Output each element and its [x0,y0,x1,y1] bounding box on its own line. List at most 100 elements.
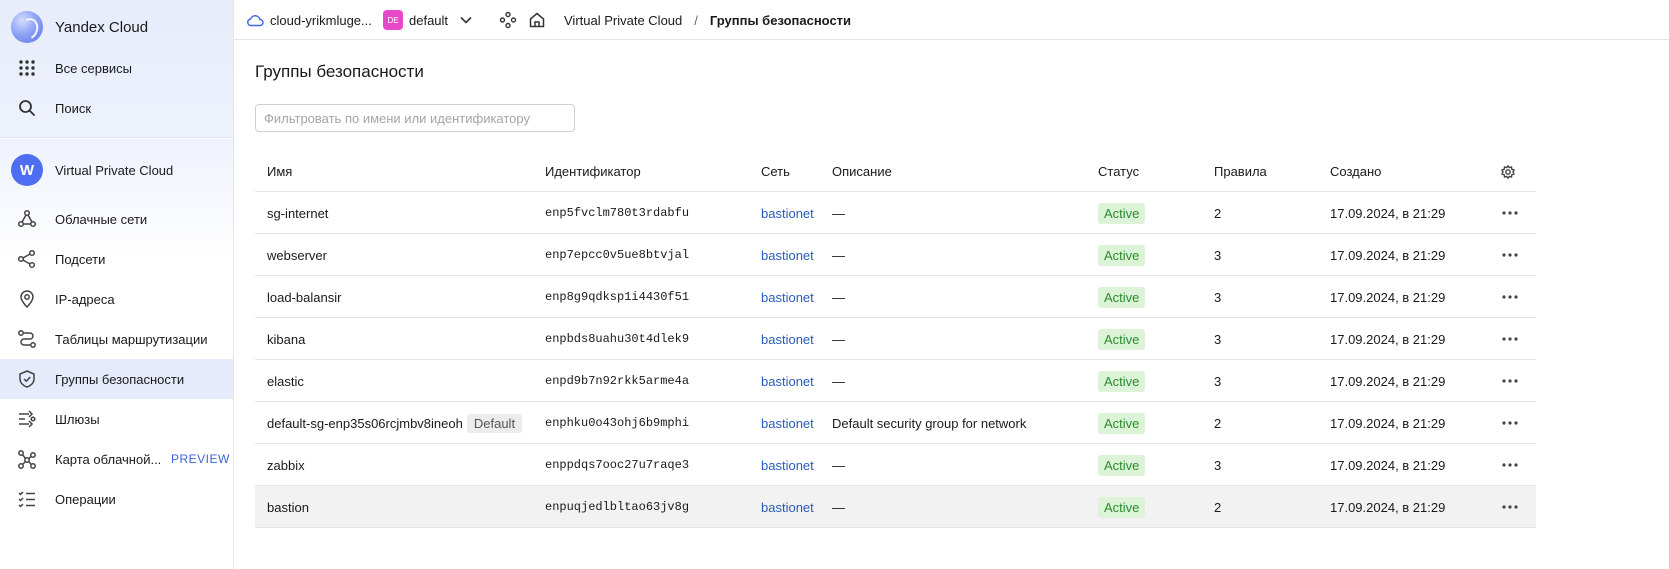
sidebar-item-ip-addresses[interactable]: IP-адреса [0,279,233,319]
row-network-link[interactable]: bastionet [761,276,814,318]
cloud-networks-icon [16,209,38,229]
row-actions-icon[interactable] [1498,192,1522,234]
row-network-link[interactable]: bastionet [761,444,814,486]
service-name: Virtual Private Cloud [55,162,174,178]
sidebar-item-label: IP-адреса [55,291,115,307]
row-rules-count: 3 [1214,457,1222,473]
column-header-description[interactable]: Описание [832,152,892,192]
home-icon [528,11,546,29]
row-network-link[interactable]: bastionet [761,234,814,276]
row-rules-count: 2 [1214,205,1222,221]
table-row[interactable]: default-sg-enp35s06rcjmbv8ineoh Default … [255,402,1536,444]
sidebar-item-security-groups[interactable]: Группы безопасности [0,359,233,399]
row-network-link[interactable]: bastionet [761,360,814,402]
row-name: load-balansir [267,289,342,305]
table-row[interactable]: bastion enpuqjedlbltao63jv8g bastionet —… [255,486,1536,528]
status-badge: Active [1098,412,1146,434]
resource-model-button[interactable] [499,0,517,40]
operations-icon [16,489,38,509]
row-name: webserver [267,247,327,263]
table-row[interactable]: elastic enpd9b7n92rkk5arme4a bastionet —… [255,360,1536,402]
column-header-created[interactable]: Создано [1330,152,1381,192]
sidebar-item-subnets[interactable]: Подсети [0,239,233,279]
status-badge: Active [1098,454,1146,476]
sidebar-item-gateways[interactable]: Шлюзы [0,399,233,439]
table-row[interactable]: webserver enp7epcc0v5ue8btvjal bastionet… [255,234,1536,276]
row-network-link[interactable]: bastionet [761,402,814,444]
column-header-network[interactable]: Сеть [761,152,790,192]
row-actions-icon[interactable] [1498,276,1522,318]
row-created: 17.09.2024, в 21:29 [1330,415,1446,431]
row-actions-icon[interactable] [1498,444,1522,486]
row-actions-icon[interactable] [1498,486,1522,528]
status-badge: Active [1098,328,1146,350]
column-header-id[interactable]: Идентификатор [545,152,641,192]
table-row[interactable]: kibana enpbds8uahu30t4dlek9 bastionet — … [255,318,1536,360]
cloud-map-icon [16,449,38,469]
sidebar-item-operations[interactable]: Операции [0,479,233,519]
row-network-link[interactable]: bastionet [761,318,814,360]
all-services-label: Все сервисы [55,60,132,76]
row-actions-icon[interactable] [1498,402,1522,444]
row-id: enpuqjedlbltao63jv8g [545,500,690,514]
row-id: enphku0o43ohj6b9mphi [545,416,690,430]
status-badge: Active [1098,286,1146,308]
table-row[interactable]: zabbix enppdqs7ooc27u7raqe3 bastionet — … [255,444,1536,486]
cloud-icon [246,13,264,27]
sidebar-item-routing-tables[interactable]: Таблицы маршрутизации [0,319,233,359]
row-id: enpbds8uahu30t4dlek9 [545,332,690,346]
row-actions-icon[interactable] [1498,318,1522,360]
row-name: sg-internet [267,205,329,221]
search-button[interactable]: Поиск [0,88,233,128]
brand-name: Yandex Cloud [55,18,149,36]
breadcrumb-separator: / [694,12,698,28]
table-settings-icon[interactable] [1500,152,1516,192]
home-button[interactable] [528,0,546,40]
sidebar-item-label: Группы безопасности [55,371,185,387]
cloud-selector[interactable]: cloud-yrikmluge... [246,0,372,40]
folder-badge: DE [383,10,403,30]
row-network-link[interactable]: bastionet [761,486,814,528]
table-row[interactable]: sg-internet enp5fvclm780t3rdabfu bastion… [255,192,1536,234]
preview-badge: PREVIEW [171,452,230,466]
page-title: Группы безопасности [255,62,424,81]
status-badge: Active [1098,244,1146,266]
row-description: Default security group for network [832,415,1027,431]
row-description: — [832,205,845,221]
row-description: — [832,457,845,473]
column-header-status[interactable]: Статус [1098,152,1139,192]
gateways-icon [16,409,38,429]
row-network-link[interactable]: bastionet [761,192,814,234]
row-actions-icon[interactable] [1498,234,1522,276]
breadcrumb-current-page: Группы безопасности [709,12,852,28]
subnets-icon [16,249,38,269]
row-rules-count: 3 [1214,289,1222,305]
filter-input[interactable] [255,104,575,132]
sidebar-item-cloud-networks[interactable]: Облачные сети [0,199,233,239]
row-name: default-sg-enp35s06rcjmbv8ineoh [267,415,463,431]
brand-link[interactable]: Yandex Cloud [0,7,233,47]
column-header-name[interactable]: Имя [267,152,292,192]
chevron-down-icon [460,16,472,24]
row-created: 17.09.2024, в 21:29 [1330,247,1446,263]
service-vpc-link[interactable]: W Virtual Private Cloud [0,150,233,190]
row-created: 17.09.2024, в 21:29 [1330,289,1446,305]
row-id: enp5fvclm780t3rdabfu [545,206,690,220]
grid-icon [16,58,38,78]
folder-name: default [409,12,449,28]
breadcrumb-service-link[interactable]: Virtual Private Cloud [564,13,682,28]
status-badge: Active [1098,370,1146,392]
row-created: 17.09.2024, в 21:29 [1330,331,1446,347]
column-header-rules[interactable]: Правила [1214,152,1267,192]
table-row[interactable]: load-balansir enp8g9qdksp1i4430f51 basti… [255,276,1536,318]
row-rules-count: 3 [1214,373,1222,389]
sidebar-item-cloud-map[interactable]: Карта облачной... PREVIEW [0,439,233,479]
row-id: enppdqs7ooc27u7raqe3 [545,458,690,472]
sidebar: Yandex Cloud Все сервисы Поиск W Virtual… [0,0,234,569]
row-id: enp8g9qdksp1i4430f51 [545,290,690,304]
all-services-button[interactable]: Все сервисы [0,48,233,88]
default-tag: Default [466,413,523,433]
row-actions-icon[interactable] [1498,360,1522,402]
row-name: zabbix [267,457,305,473]
folder-selector[interactable]: DE default [383,0,472,40]
